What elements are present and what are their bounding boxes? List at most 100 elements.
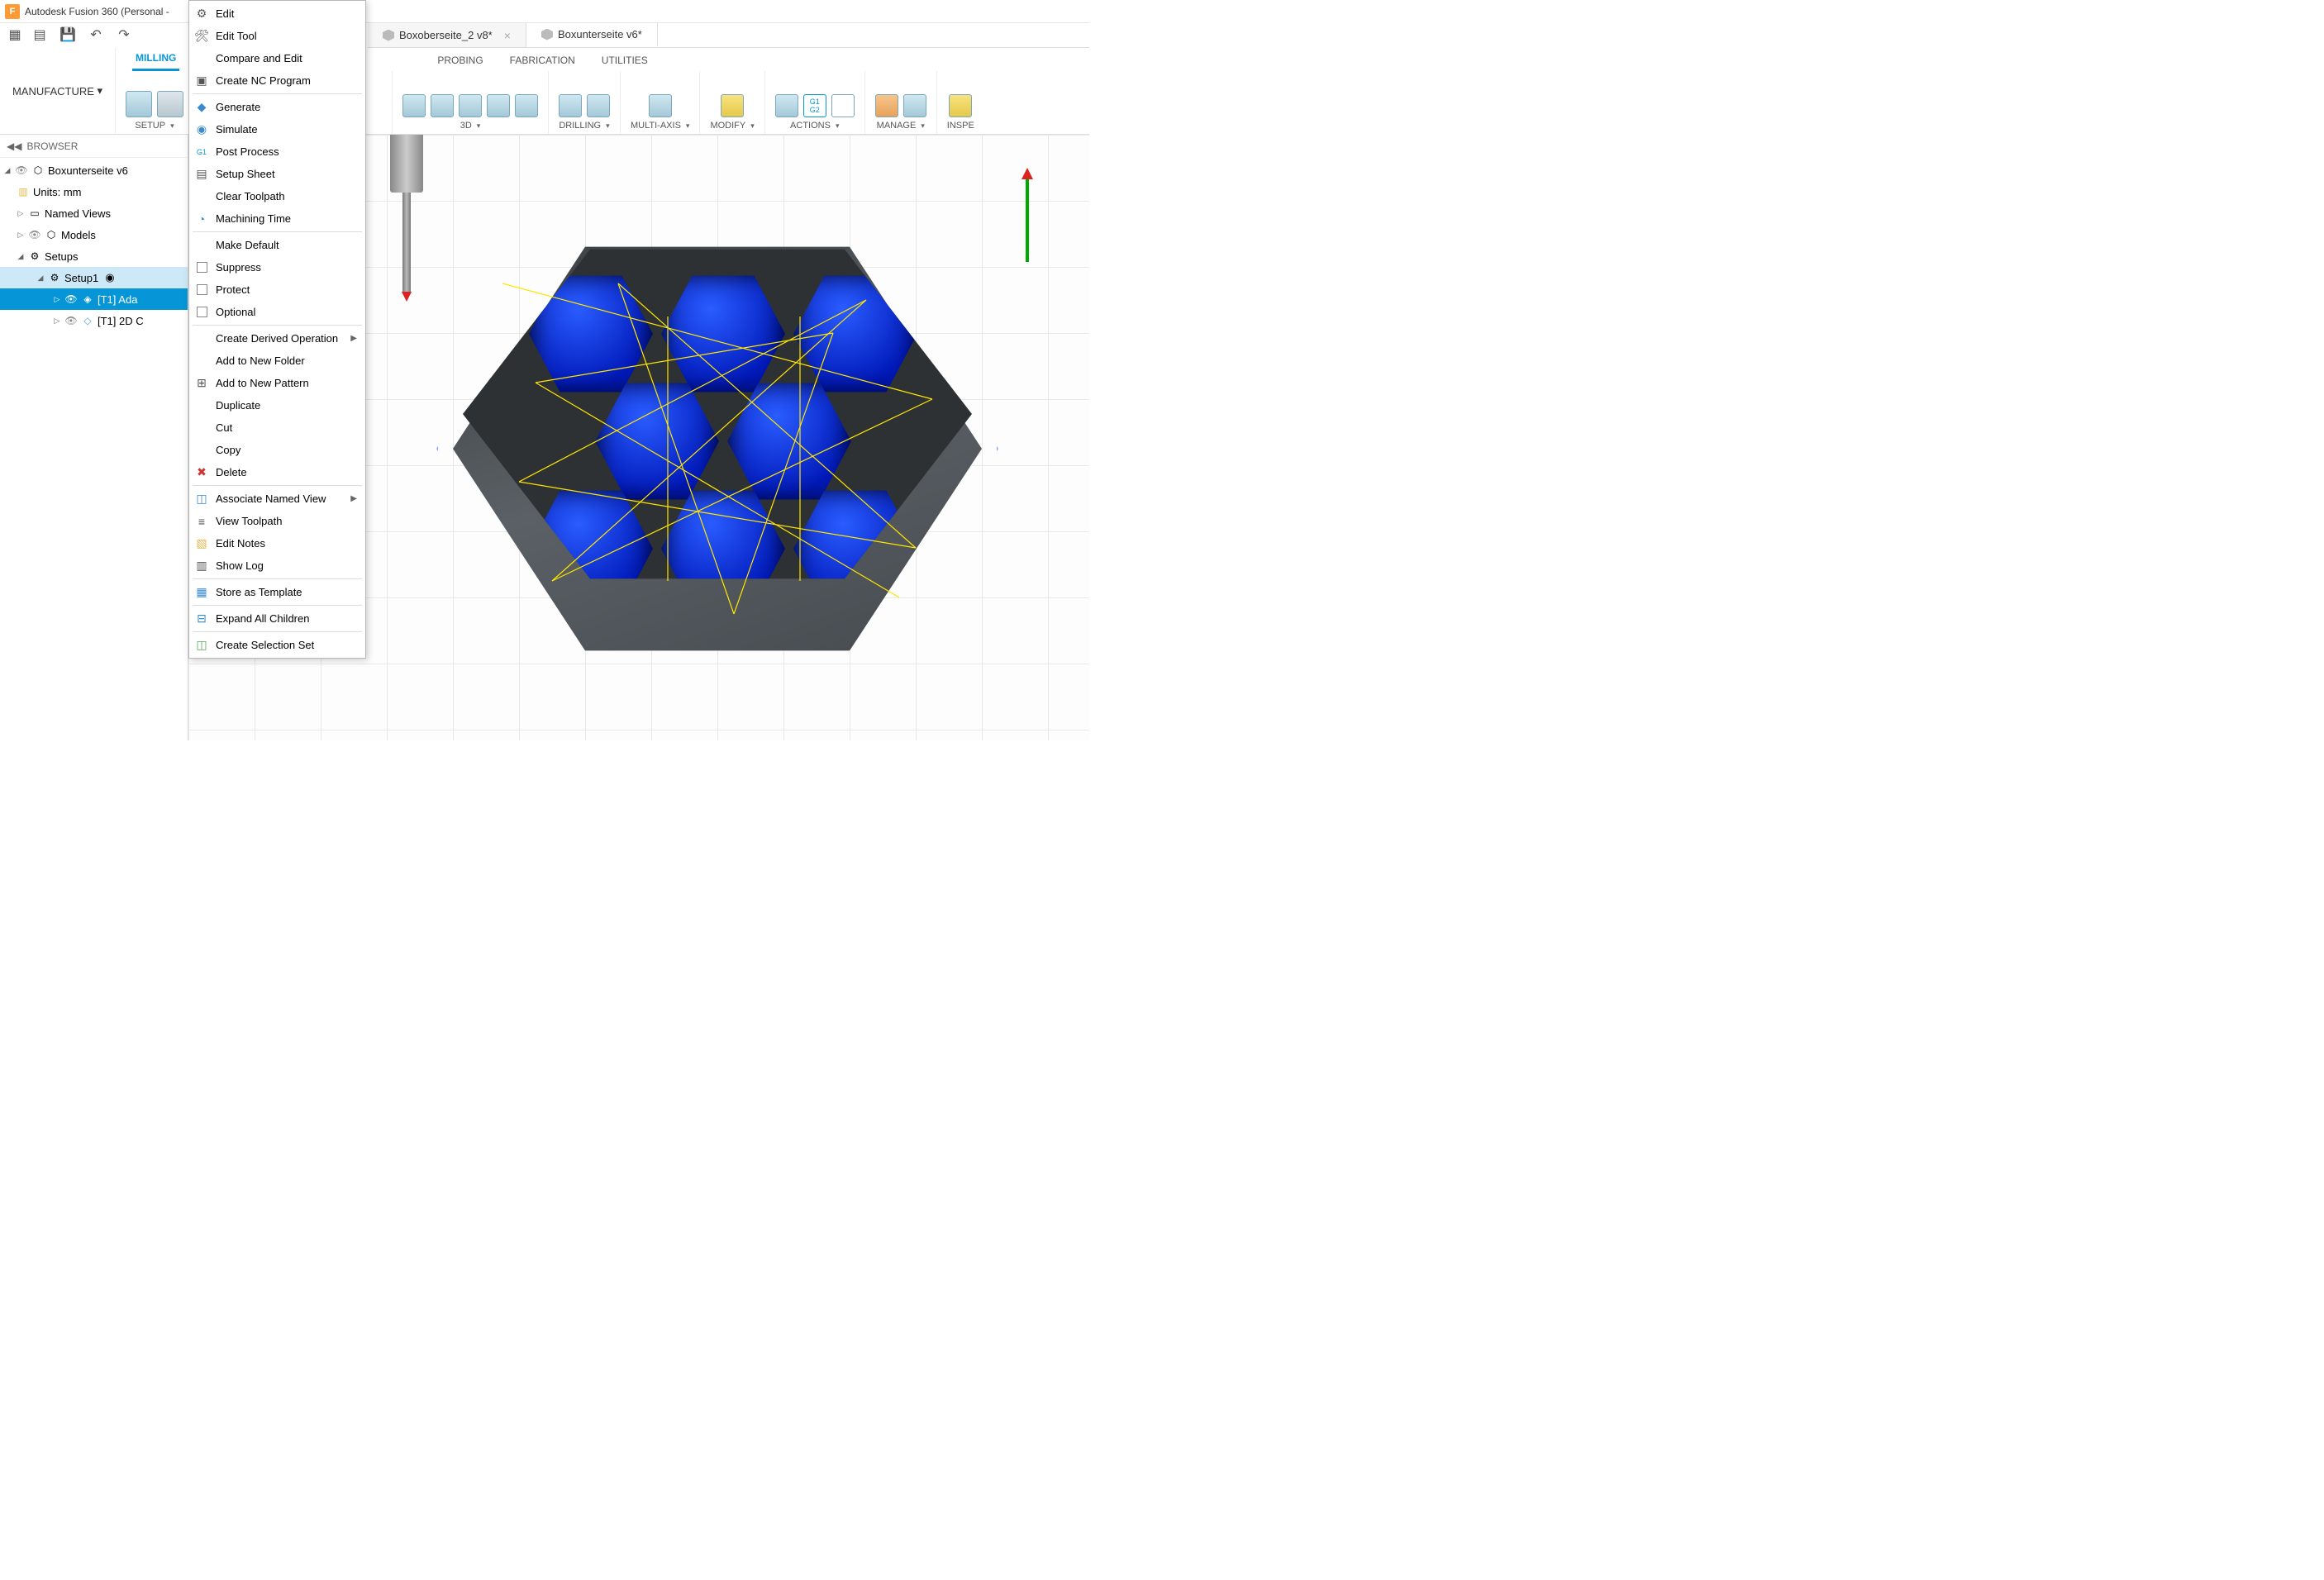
expand-icon[interactable]: ▷	[53, 316, 61, 326]
expand-icon[interactable]: ◢	[17, 252, 25, 261]
expand-icon[interactable]: ▷	[17, 231, 25, 240]
group-label-drilling[interactable]: DRILLING	[559, 121, 609, 131]
ctx-simulate[interactable]: ◉Simulate	[189, 118, 365, 140]
grid-apps-icon[interactable]: ▦	[7, 26, 23, 43]
group-label-multiaxis[interactable]: MULTI-AXIS	[631, 121, 689, 131]
generate-icon[interactable]	[775, 94, 798, 117]
ctx-cut[interactable]: Cut	[189, 416, 365, 439]
setup-folder-icon[interactable]	[126, 91, 152, 117]
ctx-expand-children[interactable]: ⊟Expand All Children	[189, 607, 365, 630]
expand-icon[interactable]: ◢	[36, 274, 45, 283]
checkbox-icon	[194, 283, 209, 297]
3d-adaptive-icon[interactable]	[402, 94, 426, 117]
ctx-show-log[interactable]: ▥Show Log	[189, 554, 365, 577]
expand-icon[interactable]: ▷	[17, 209, 25, 218]
visibility-icon[interactable]: 👁	[64, 293, 78, 306]
ctx-post-process[interactable]: G1Post Process	[189, 140, 365, 163]
visibility-icon[interactable]: 👁	[28, 228, 41, 241]
ctx-copy[interactable]: Copy	[189, 439, 365, 461]
inspect-icon[interactable]	[949, 94, 972, 117]
group-label-setup[interactable]: SETUP	[135, 121, 174, 131]
tree-units[interactable]: ▥ Units: mm	[0, 181, 188, 202]
ctx-assoc-view[interactable]: ◫Associate Named View▶	[189, 488, 365, 510]
multiaxis-icon[interactable]	[649, 94, 672, 117]
3d-parallel-icon[interactable]	[459, 94, 482, 117]
folder-icon: ▭	[28, 207, 41, 220]
radio-active-icon[interactable]: ◉	[105, 271, 114, 284]
save-icon[interactable]: 💾	[60, 26, 76, 43]
subtab-utilities[interactable]: UTILITIES	[598, 50, 651, 71]
3d-pocket-icon[interactable]	[431, 94, 454, 117]
file-new-icon[interactable]: ▤	[31, 26, 48, 43]
expand-icon[interactable]: ◢	[3, 166, 12, 175]
group-label-modify[interactable]: MODIFY	[710, 121, 754, 131]
tree-named-views[interactable]: ▷ ▭ Named Views	[0, 202, 188, 224]
expand-icon[interactable]: ▷	[53, 295, 61, 304]
tree-root[interactable]: ◢ 👁 ⬡ Boxunterseite v6	[0, 159, 188, 181]
setup-tool-icon[interactable]	[157, 91, 183, 117]
browser-header[interactable]: ◀◀ BROWSER	[0, 135, 188, 158]
drill-icon[interactable]	[559, 94, 582, 117]
gcode-icon[interactable]: G1G2	[803, 94, 826, 117]
doctab-boxoberseite[interactable]: Boxoberseite_2 v8* ×	[368, 23, 526, 47]
ctx-suppress[interactable]: Suppress	[189, 256, 365, 278]
ctx-edit-notes[interactable]: ▧Edit Notes	[189, 532, 365, 554]
ctx-store-template[interactable]: ▦Store as Template	[189, 581, 365, 603]
ctx-clear-toolpath[interactable]: Clear Toolpath	[189, 185, 365, 207]
ctx-edit[interactable]: ⚙Edit	[189, 2, 365, 25]
ctx-make-default[interactable]: Make Default	[189, 234, 365, 256]
log-icon: ▥	[194, 559, 209, 573]
ctx-setup-sheet[interactable]: ▤Setup Sheet	[189, 163, 365, 185]
drill-2-icon[interactable]	[587, 94, 610, 117]
ctx-duplicate[interactable]: Duplicate	[189, 394, 365, 416]
doctab-boxunterseite[interactable]: Boxunterseite v6*	[526, 23, 658, 47]
modify-icon[interactable]	[721, 94, 744, 117]
workspace-switcher[interactable]: MANUFACTURE ▾	[0, 48, 116, 134]
component-icon: ⬡	[31, 164, 45, 177]
group-label-actions[interactable]: ACTIONS	[790, 121, 839, 131]
clock-icon: ◔	[194, 212, 209, 226]
ctx-add-folder[interactable]: Add to New Folder	[189, 350, 365, 372]
tool-library-icon[interactable]	[875, 94, 898, 117]
tree-setups[interactable]: ◢ ⚙ Setups	[0, 245, 188, 267]
setupsheet-icon[interactable]	[831, 94, 855, 117]
redo-icon[interactable]: ↷	[116, 26, 132, 43]
cube-icon	[541, 29, 553, 40]
selection-set-icon: ◫	[194, 638, 209, 653]
ctx-edit-tool[interactable]: 🛠Edit Tool	[189, 25, 365, 47]
subtab-milling[interactable]: MILLING	[132, 47, 179, 71]
subtab-probing[interactable]: PROBING	[434, 50, 486, 71]
ctx-create-selset[interactable]: ◫Create Selection Set	[189, 634, 365, 656]
subtab-fabrication[interactable]: FABRICATION	[507, 50, 579, 71]
ctx-delete[interactable]: ✖Delete	[189, 461, 365, 483]
ctx-create-derived[interactable]: Create Derived Operation▶	[189, 327, 365, 350]
ctx-label: Edit Notes	[216, 537, 265, 550]
machine-icon[interactable]	[903, 94, 926, 117]
tree-setup1[interactable]: ◢ ⚙ Setup1 ◉	[0, 267, 188, 288]
ctx-machining-time[interactable]: ◔Machining Time	[189, 207, 365, 230]
ctx-optional[interactable]: Optional	[189, 301, 365, 323]
ctx-generate[interactable]: ◆Generate	[189, 96, 365, 118]
group-label-3d[interactable]: 3D	[460, 121, 481, 131]
tree-models[interactable]: ▷ 👁 ⬡ Models	[0, 224, 188, 245]
close-icon[interactable]: ×	[504, 29, 511, 42]
tree-setup1-label: Setup1	[64, 272, 98, 284]
ctx-compare-edit[interactable]: Compare and Edit	[189, 47, 365, 69]
undo-icon[interactable]: ↶	[88, 26, 104, 43]
group-label-manage[interactable]: MANAGE	[877, 121, 925, 131]
ctx-create-nc[interactable]: ▣Create NC Program	[189, 69, 365, 92]
visibility-icon[interactable]: 👁	[15, 164, 28, 177]
adaptive-op-icon: ◈	[81, 293, 94, 306]
visibility-icon[interactable]: 👁	[64, 314, 78, 327]
collapse-icon[interactable]: ◀◀	[7, 140, 21, 152]
3d-contour-icon[interactable]	[487, 94, 510, 117]
ctx-label: Edit Tool	[216, 30, 257, 42]
3d-ramp-icon[interactable]	[515, 94, 538, 117]
workpiece	[453, 234, 982, 664]
ctx-protect[interactable]: Protect	[189, 278, 365, 301]
tree-op-2d[interactable]: ▷ 👁 ◇ [T1] 2D C	[0, 310, 188, 331]
ctx-view-toolpath[interactable]: ≡View Toolpath	[189, 510, 365, 532]
tree-op-adaptive[interactable]: ▷ 👁 ◈ [T1] Ada	[0, 288, 188, 310]
ctx-add-pattern[interactable]: ⊞Add to New Pattern	[189, 372, 365, 394]
ribbon-group-drilling: DRILLING	[549, 71, 621, 134]
